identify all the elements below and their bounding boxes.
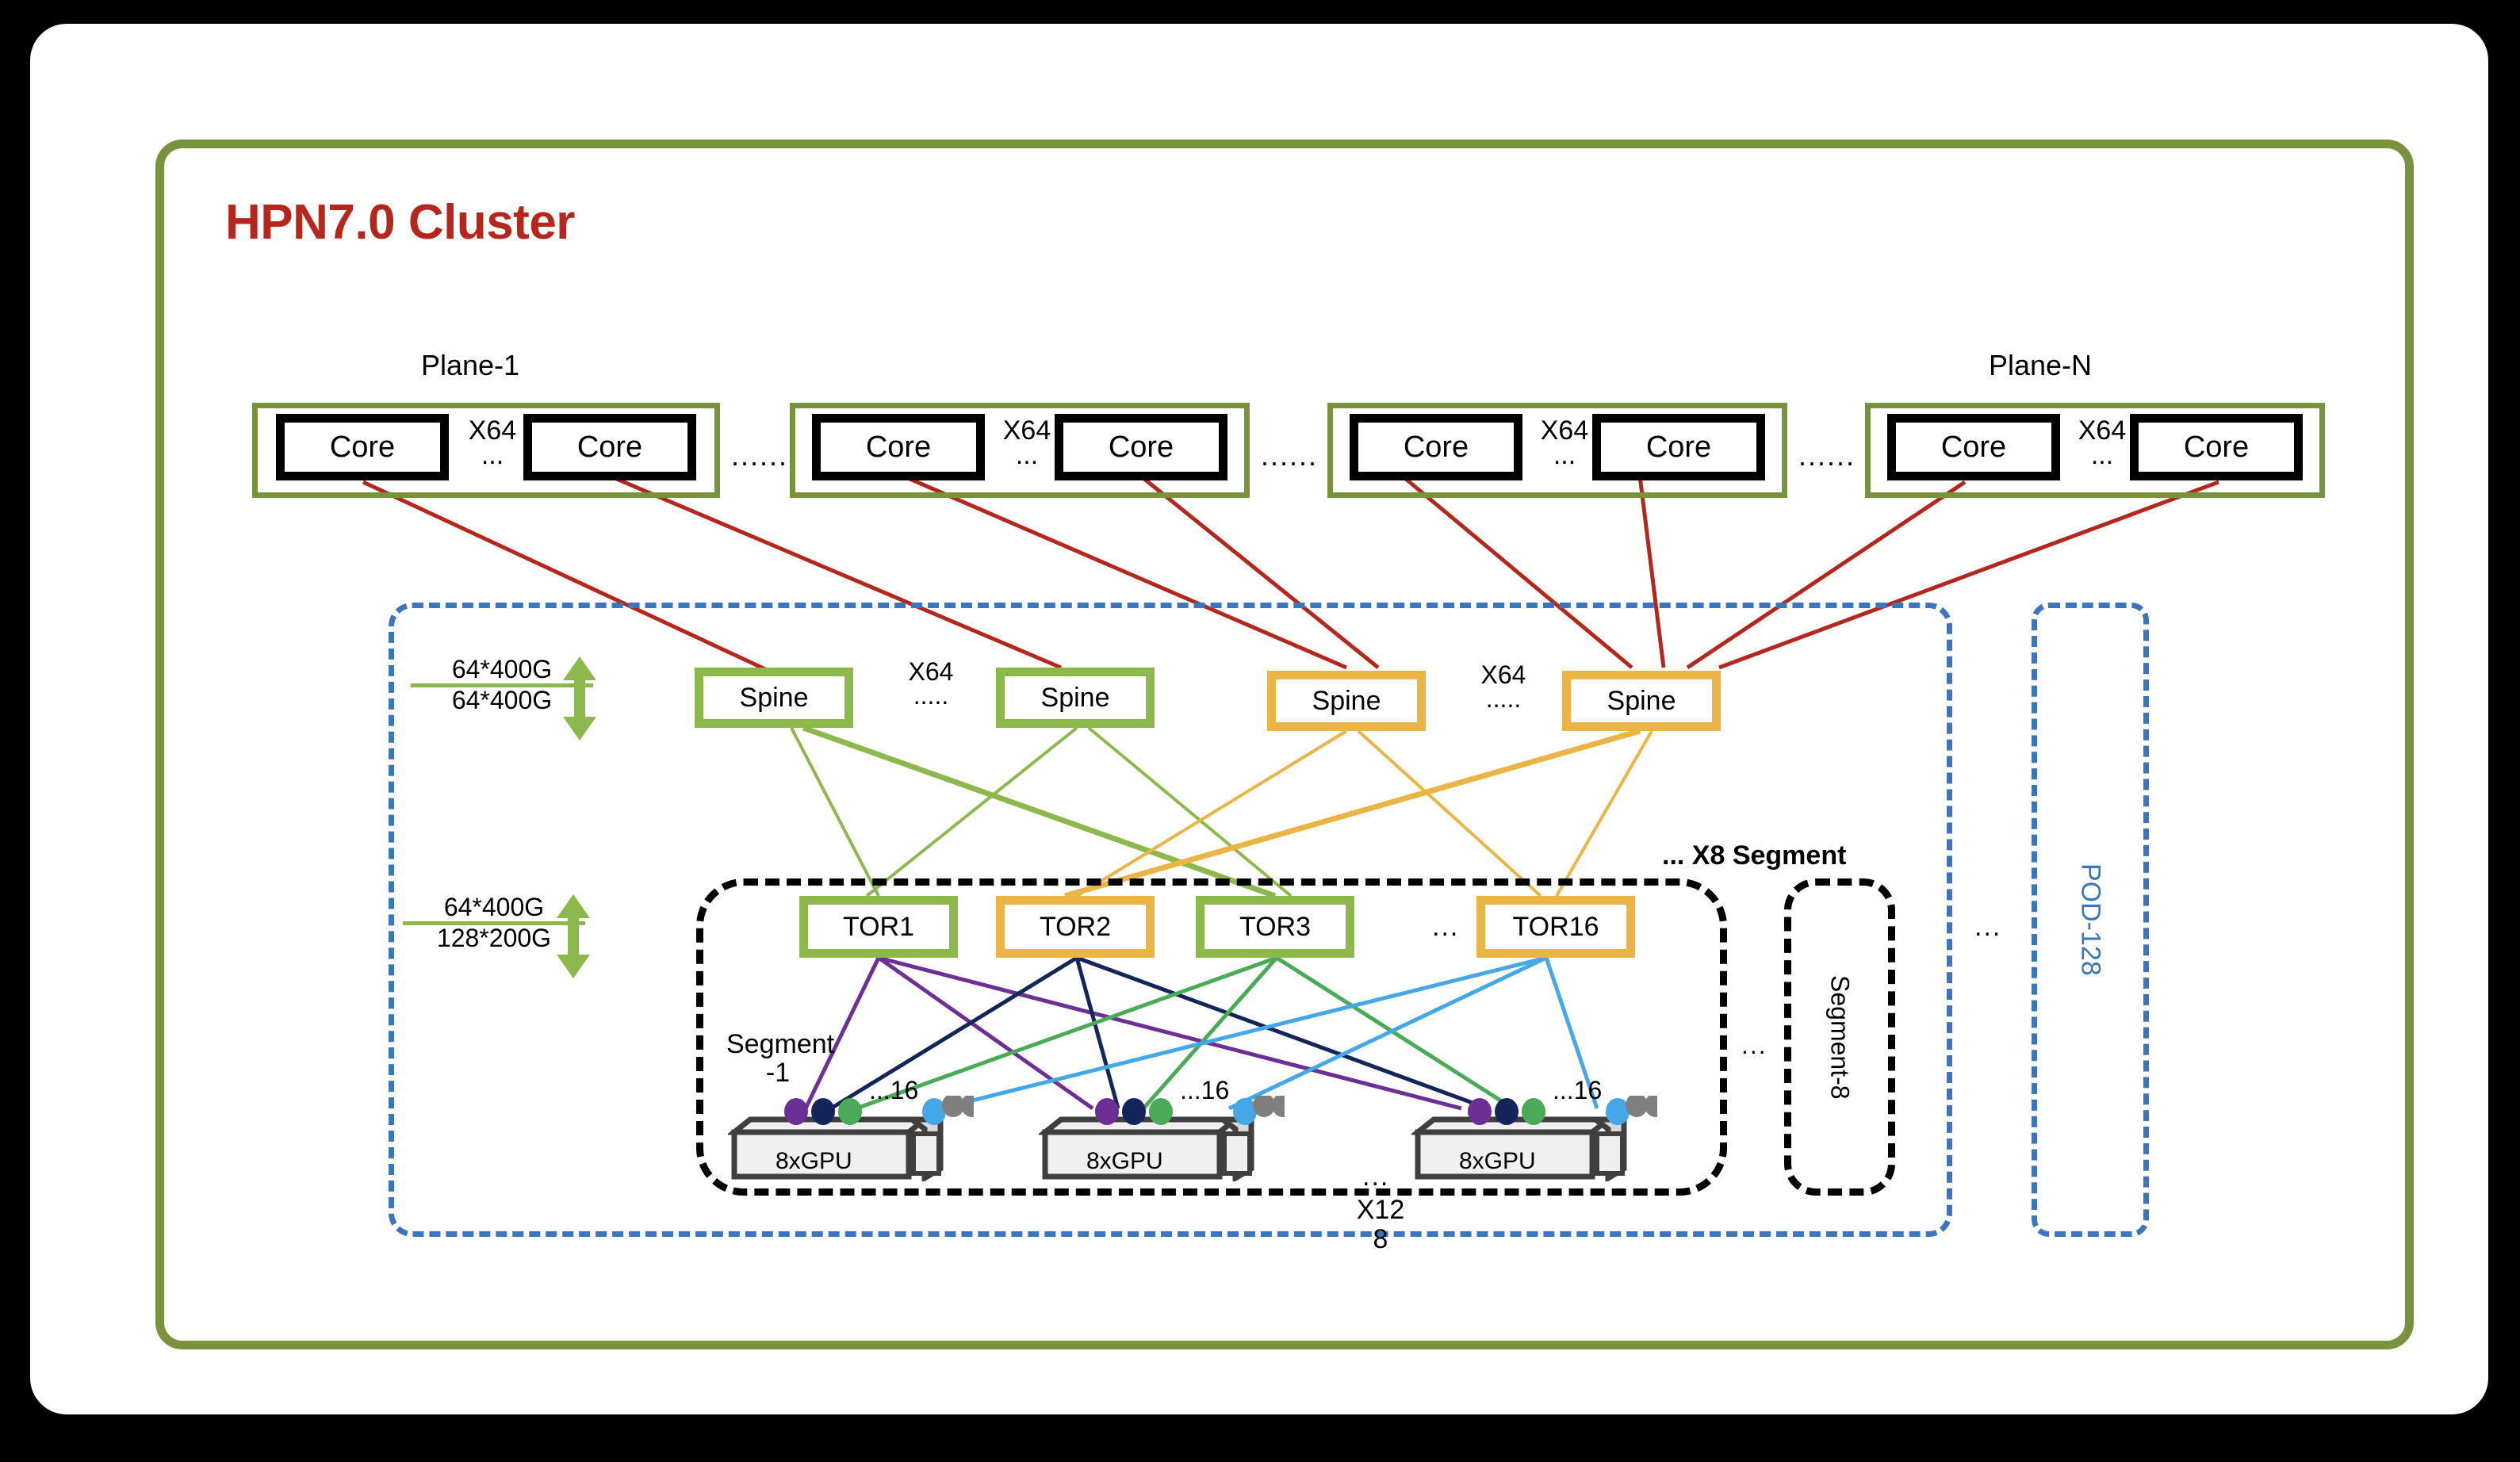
- nic-port-green: [838, 1098, 862, 1125]
- nic-port-gray-2: [1272, 1096, 1285, 1117]
- core-switch-nb[interactable]: Core: [2130, 414, 2303, 480]
- spine-switch-1[interactable]: Spine: [695, 668, 853, 728]
- bandwidth-1-arrow-icon: [563, 656, 596, 741]
- x128-label-line1: X12: [1356, 1195, 1405, 1225]
- x128-label-line2: 8: [1373, 1224, 1388, 1255]
- gpu-server-ellipsis: ...: [1362, 1162, 1390, 1192]
- plane-label-1: Plane-1: [420, 349, 520, 381]
- page-title: HPN7.0 Cluster: [225, 195, 575, 250]
- spine-switch-3[interactable]: Spine: [1267, 671, 1426, 731]
- nic-port-gray-2: [1645, 1096, 1657, 1117]
- core-switch-2a[interactable]: Core: [812, 414, 985, 480]
- spine-group-1-ellipsis: .....: [913, 681, 949, 710]
- spine-group-1-x64: X64: [908, 657, 954, 686]
- nic-port-navy: [811, 1098, 835, 1125]
- plane-1-ellipsis: ...: [481, 440, 504, 471]
- plane-2-multiplier: X64 ...: [999, 417, 1055, 471]
- nic-port-purple: [784, 1098, 808, 1125]
- gpu-server-2-ports: [1095, 1096, 1285, 1125]
- pod-128-label-wrap: POD-128: [2032, 603, 2149, 1237]
- gpu-server-3-ports: [1468, 1096, 1657, 1125]
- plane-label-n: Plane-N: [1988, 349, 2093, 381]
- core-switch-1a[interactable]: Core: [276, 414, 449, 480]
- x8-segment-label: ... X8 Segment: [1662, 840, 1847, 871]
- nic-port-navy: [1495, 1098, 1519, 1125]
- segment-ellipsis: ...: [1741, 1031, 1767, 1059]
- nic-port-gray-2: [961, 1096, 974, 1117]
- segment-1-label-line1: Segment: [726, 1029, 835, 1059]
- segment-1-label: Segment -1: [726, 1029, 835, 1088]
- nic-port-green: [1522, 1098, 1545, 1125]
- tor-ellipsis: ...: [1432, 912, 1460, 942]
- spine-group-label-1: X64 .....: [883, 657, 979, 710]
- core-switch-na[interactable]: Core: [1887, 414, 2060, 480]
- slide-canvas: HPN7.0 Cluster Plane-1 Plane-N Core Core…: [30, 24, 2488, 1414]
- nic-port-purple: [1468, 1098, 1492, 1125]
- core-switch-2b[interactable]: Core: [1055, 414, 1227, 480]
- plane-separator-2: ......: [1261, 439, 1319, 472]
- tor-switch-1[interactable]: TOR1: [799, 896, 958, 958]
- nic-port-green: [1149, 1098, 1173, 1125]
- plane-1-multiplier: X64 ...: [465, 417, 520, 471]
- tor-switch-2[interactable]: TOR2: [996, 896, 1155, 958]
- tor-switch-16[interactable]: TOR16: [1476, 896, 1635, 958]
- segment-8-label-wrap: Segment-8: [1784, 878, 1895, 1196]
- plane-n-ellipsis: ...: [2090, 440, 2114, 471]
- tor-switch-3[interactable]: TOR3: [1196, 896, 1354, 958]
- bandwidth-2-arrow-icon: [557, 894, 590, 978]
- pod-ellipsis: ...: [1974, 912, 2002, 942]
- x128-label: X12 8: [1345, 1195, 1416, 1255]
- segment-8-label: Segment-8: [1825, 974, 1855, 1100]
- spine-switch-2[interactable]: Spine: [996, 668, 1155, 728]
- plane-3-ellipsis: ...: [1553, 440, 1576, 471]
- gpu-server-2-label: 8xGPU: [1086, 1148, 1163, 1174]
- pod-128-label: POD-128: [2075, 863, 2106, 976]
- nic-port-purple: [1095, 1098, 1119, 1125]
- core-switch-3b[interactable]: Core: [1592, 414, 1765, 480]
- spine-group-2-x64: X64: [1480, 660, 1526, 689]
- gpu-server-1-ports: [784, 1096, 974, 1125]
- nic-port-navy: [1122, 1098, 1146, 1125]
- plane-2-ellipsis: ...: [1015, 440, 1039, 471]
- plane-separator-1: ......: [731, 439, 789, 472]
- plane-3-multiplier: X64 ...: [1537, 417, 1592, 471]
- gpu-server-1-label: 8xGPU: [776, 1148, 852, 1174]
- core-switch-3a[interactable]: Core: [1350, 414, 1522, 480]
- spine-group-2-ellipsis: .....: [1485, 684, 1522, 714]
- spine-group-label-2: X64 .....: [1456, 660, 1551, 714]
- plane-n-multiplier: X64 ...: [2074, 417, 2130, 471]
- plane-separator-3: ......: [1798, 439, 1856, 472]
- spine-switch-4[interactable]: Spine: [1562, 671, 1721, 731]
- segment-1-label-line2: -1: [765, 1057, 791, 1088]
- gpu-server-3-label: 8xGPU: [1459, 1148, 1536, 1174]
- core-switch-1b[interactable]: Core: [523, 414, 696, 480]
